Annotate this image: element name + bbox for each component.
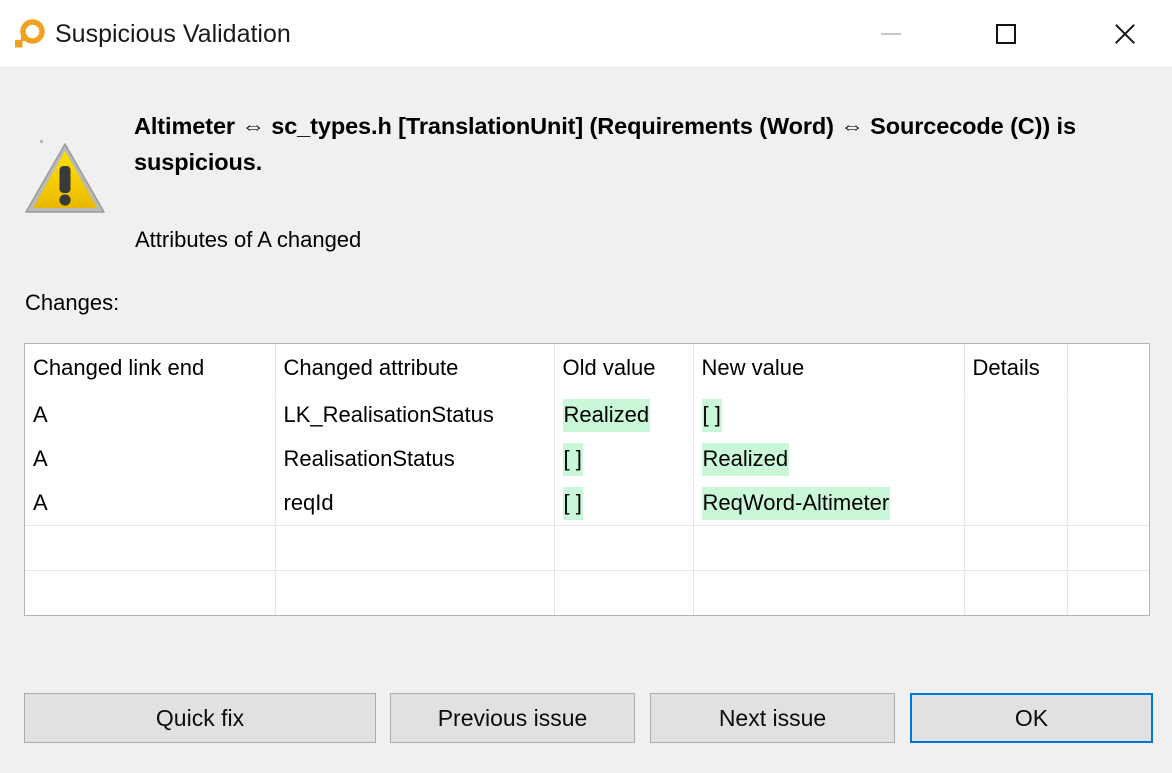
- column-header-changed-link-end[interactable]: Changed link end: [25, 344, 276, 393]
- table-header-row: Changed link end Changed attribute Old v…: [25, 344, 1149, 393]
- table-row[interactable]: A RealisationStatus [ ] Realized: [25, 437, 1149, 481]
- new-value-highlight: ReqWord-Altimeter: [701, 486, 891, 520]
- dialog-heading: Altimeter ⇔ sc_types.h [TranslationUnit]…: [134, 113, 1076, 175]
- cell-new-value: [ ]: [693, 392, 965, 437]
- column-header-new-value[interactable]: New value: [693, 344, 965, 393]
- maximize-icon: [996, 24, 1016, 44]
- changes-label: Changes:: [25, 290, 120, 315]
- new-value-highlight: Realized: [701, 442, 790, 476]
- old-value-highlight: Realized: [562, 398, 651, 432]
- cell-changed-link-end: A: [25, 481, 276, 526]
- close-button[interactable]: [1095, 0, 1153, 68]
- ok-button[interactable]: OK: [910, 693, 1153, 743]
- close-icon: [1112, 22, 1136, 46]
- cell-changed-attribute: LK_RealisationStatus: [275, 392, 555, 437]
- table-row[interactable]: [25, 525, 1149, 571]
- dialog-subtext: Attributes of A changed: [135, 227, 362, 252]
- cell-spacer: [1067, 481, 1149, 526]
- cell-new-value: Realized: [693, 437, 965, 481]
- maximize-button[interactable]: [977, 0, 1035, 68]
- cell-old-value: [ ]: [554, 437, 694, 481]
- column-header-old-value[interactable]: Old value: [554, 344, 694, 393]
- window-title: Suspicious Validation: [55, 20, 291, 48]
- cell-new-value: ReqWord-Altimeter: [693, 481, 965, 526]
- cell-old-value: Realized: [554, 392, 694, 437]
- cell-spacer: [1067, 437, 1149, 481]
- title-bar: Suspicious Validation: [0, 0, 1172, 68]
- cell-changed-link-end: A: [25, 437, 276, 481]
- changes-table[interactable]: Changed link end Changed attribute Old v…: [24, 343, 1150, 616]
- app-ring-icon: [12, 18, 46, 52]
- table-body: A LK_RealisationStatus Realized [ ] A Re…: [25, 392, 1149, 615]
- cell-details: [964, 481, 1068, 526]
- cell-changed-attribute: reqId: [275, 481, 555, 526]
- old-value-highlight: [ ]: [562, 486, 583, 520]
- quick-fix-button[interactable]: Quick fix: [24, 693, 376, 743]
- column-header-changed-attribute[interactable]: Changed attribute: [275, 344, 555, 393]
- minimize-icon: [881, 33, 901, 35]
- previous-issue-button[interactable]: Previous issue: [390, 693, 635, 743]
- next-issue-button[interactable]: Next issue: [650, 693, 895, 743]
- minimize-button[interactable]: [862, 0, 920, 68]
- cell-details: [964, 392, 1068, 437]
- warning-triangle-icon: [24, 140, 106, 216]
- cell-changed-attribute: RealisationStatus: [275, 437, 555, 481]
- cell-changed-link-end: A: [25, 392, 276, 437]
- column-header-spacer[interactable]: [1067, 344, 1149, 393]
- cell-old-value: [ ]: [554, 481, 694, 526]
- table-row[interactable]: [25, 570, 1149, 615]
- table-row[interactable]: A LK_RealisationStatus Realized [ ]: [25, 392, 1149, 438]
- column-header-details[interactable]: Details: [964, 344, 1068, 393]
- cell-details: [964, 437, 1068, 481]
- old-value-highlight: [ ]: [562, 442, 583, 476]
- table-row[interactable]: A reqId [ ] ReqWord-Altimeter: [25, 481, 1149, 526]
- cell-spacer: [1067, 393, 1149, 438]
- new-value-highlight: [ ]: [701, 398, 722, 432]
